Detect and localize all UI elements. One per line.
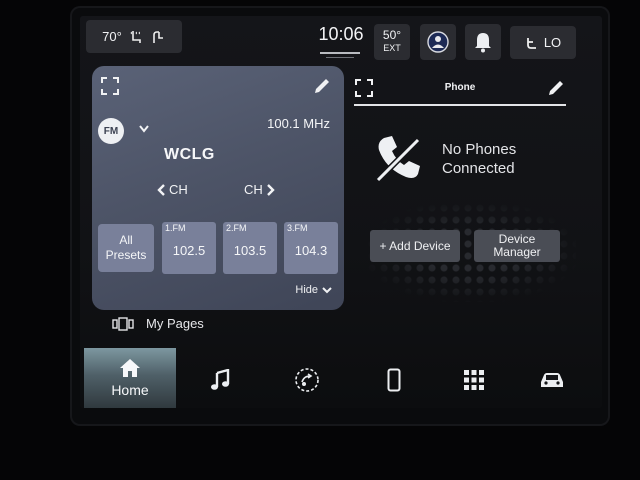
music-icon (210, 369, 230, 391)
nav-vehicle-tab[interactable] (508, 352, 595, 408)
preset-label: 2.FM (226, 223, 247, 233)
vehicle-icon (539, 370, 565, 390)
channel-next-button[interactable]: CH (244, 182, 276, 197)
all-presets-line1: All (119, 233, 133, 247)
chevron-down-icon (322, 286, 332, 294)
fan-icon (525, 36, 539, 50)
apps-grid-icon (463, 370, 484, 390)
preset-label: 1.FM (165, 223, 186, 233)
preset-label: 3.FM (287, 223, 308, 233)
preset-frequency: 102.5 (172, 243, 206, 258)
channel-next-label: CH (244, 182, 263, 197)
interior-temp: 70° (102, 29, 122, 44)
chevron-down-icon[interactable] (138, 124, 150, 134)
all-presets-button[interactable]: All Presets (98, 224, 154, 272)
my-pages-button[interactable]: My Pages (112, 316, 204, 331)
exterior-label: EXT (383, 43, 401, 53)
preset-frequency: 103.5 (233, 243, 267, 258)
nav-controls-tab[interactable] (263, 352, 350, 408)
driver-profile-icon (426, 30, 450, 54)
bottom-navigation (80, 352, 602, 408)
radio-widget: FM 100.1 MHz WCLG CH CH All Presets 1.FM… (92, 66, 344, 310)
phone-header-underline (354, 104, 566, 106)
preset-button-2[interactable]: 2.FM 103.5 (223, 222, 277, 274)
phone-disconnected-icon (372, 132, 426, 186)
clock-underline-secondary (326, 57, 354, 58)
phone-status-text: No Phones Connected (442, 140, 516, 178)
phone-device-icon (387, 368, 401, 392)
preset-frequency: 104.3 (294, 243, 328, 258)
notifications-button[interactable] (465, 24, 501, 60)
expand-icon[interactable] (354, 78, 374, 98)
chevron-left-icon (156, 183, 166, 197)
phone-status-line1: No Phones (442, 141, 517, 158)
hide-presets-button[interactable]: Hide (295, 284, 332, 296)
infotainment-screen: 70° 10:06 50° EXT LO FM 100.1 MHz WCLG C… (80, 16, 602, 408)
all-presets-line2: Presets (105, 248, 147, 262)
climate-status-button[interactable]: 70° (86, 20, 182, 53)
edit-pencil-icon[interactable] (546, 78, 566, 98)
heated-seat-icon (128, 29, 144, 45)
my-pages-label: My Pages (146, 316, 204, 331)
clock-underline (320, 52, 360, 54)
driver-profile-button[interactable] (420, 24, 456, 60)
edit-pencil-icon[interactable] (312, 76, 332, 96)
bell-icon (473, 31, 493, 53)
station-name: WCLG (164, 146, 215, 163)
nav-apps-tab[interactable] (430, 352, 517, 408)
preset-button-3[interactable]: 3.FM 104.3 (284, 222, 338, 274)
clock: 10:06 (318, 24, 364, 44)
hide-label: Hide (295, 284, 318, 296)
exterior-temp-badge: 50° EXT (374, 24, 410, 60)
nav-phone-tab[interactable] (350, 352, 437, 408)
channel-prev-button[interactable]: CH (156, 182, 188, 197)
fan-level: LO (543, 35, 562, 50)
device-manager-button[interactable]: Device Manager (474, 230, 560, 262)
device-manager-line2: Manager (493, 245, 541, 259)
pages-icon (112, 316, 134, 331)
phone-status-line2: Connected (442, 160, 515, 177)
fan-speed-button[interactable]: LO (510, 26, 576, 59)
chevron-right-icon (266, 183, 276, 197)
add-device-button[interactable]: + Add Device (370, 230, 460, 262)
expand-icon[interactable] (100, 76, 120, 96)
channel-prev-label: CH (169, 182, 188, 197)
preset-button-1[interactable]: 1.FM 102.5 (162, 222, 216, 274)
band-badge[interactable]: FM (98, 118, 124, 144)
phone-widget-title: Phone (444, 82, 476, 93)
nav-media-tab[interactable] (176, 352, 263, 408)
heated-steering-icon (150, 29, 166, 45)
exterior-temp: 50° (382, 28, 402, 42)
controls-icon (293, 366, 321, 394)
frequency-readout: 100.1 MHz (267, 116, 330, 131)
